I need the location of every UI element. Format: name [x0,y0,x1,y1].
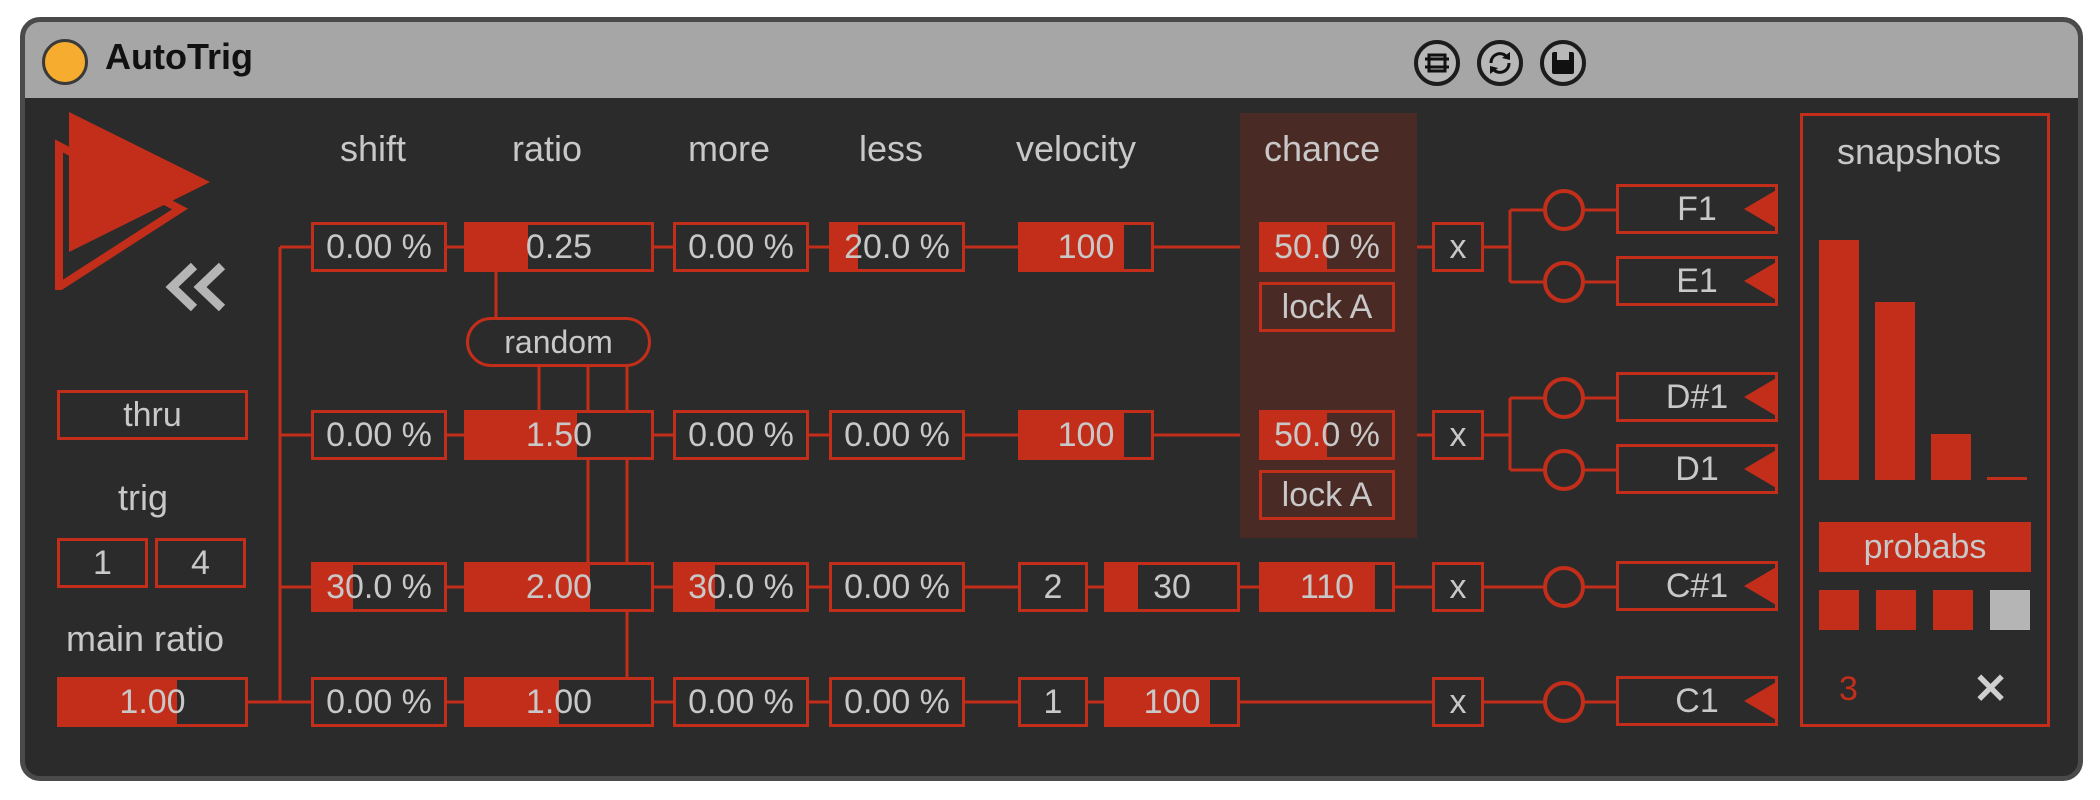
header-more: more [688,128,771,169]
ratio-dial[interactable]: 0.25 [464,222,654,272]
snapshot-slot[interactable] [1876,590,1916,630]
note-trigger-led[interactable] [1543,261,1585,303]
lock-a-button[interactable]: lock A [1259,282,1395,332]
lock-a-button[interactable]: lock A [1259,470,1395,520]
ratio-fill [467,225,528,269]
note-d-sharp-1-arrow-icon [1744,377,1778,417]
note-trigger-led[interactable] [1543,681,1585,723]
random-button[interactable]: random [466,317,651,367]
shift-dial[interactable]: 0.00 % [311,222,447,272]
header-chance: chance [1264,128,1381,169]
device-title: AutoTrig [105,36,253,77]
snapshot-slot[interactable] [1990,590,2030,630]
shift-dial[interactable]: 0.00 % [311,410,447,460]
snapshot-histogram[interactable] [1819,240,2031,480]
note-f1-arrow-icon [1744,189,1778,229]
histogram-bar [1875,302,1915,480]
header-less: less [859,128,924,169]
header-ratio: ratio [512,128,583,169]
note-trigger-led[interactable] [1543,189,1585,231]
note-trigger-led[interactable] [1543,449,1585,491]
chance-dial[interactable]: 50.0 % [1259,222,1395,272]
random-label: random [504,323,613,360]
more-dial[interactable]: 0.00 % [673,410,809,460]
trig-label: trig [118,477,169,518]
ratio-dial[interactable]: 1.50 [464,410,654,460]
refresh-icon[interactable] [1477,40,1523,86]
less-dial[interactable]: 20.0 % [829,222,965,272]
note-c1-arrow-icon [1744,681,1778,721]
velocity-min-number[interactable]: 1 [1018,677,1088,727]
velocity-value-dial[interactable]: 110 [1259,562,1395,612]
close-icon[interactable]: ✕ [1973,664,2008,713]
pin-icon[interactable] [1414,40,1460,86]
more-dial[interactable]: 0.00 % [673,222,809,272]
thru-mode-toggle[interactable]: thru [57,390,248,440]
save-icon[interactable] [1540,40,1586,86]
header-velocity: velocity [1016,128,1137,169]
shift-dial[interactable]: 30.0 % [311,562,447,612]
histogram-bar [1987,477,2027,480]
snapshots-panel: snapshots probabs 3 ✕ [1800,113,2050,727]
note-e1-arrow-icon [1744,261,1778,301]
multiply-button[interactable]: x [1432,222,1484,272]
histogram-bar [1931,434,1971,480]
ratio-dial[interactable]: 1.00 [464,677,654,727]
chance-dial[interactable]: 50.0 % [1259,410,1395,460]
less-dial[interactable]: 0.00 % [829,677,965,727]
note-trigger-led[interactable] [1543,566,1585,608]
rewind-icon[interactable] [164,262,230,312]
main-ratio-label: main ratio [66,618,225,659]
velocity-dial[interactable]: 100 [1018,222,1154,272]
power-icon[interactable] [42,39,88,85]
snapshot-slots [1819,590,2031,630]
probabs-button[interactable]: probabs [1819,522,2031,572]
multiply-button[interactable]: x [1432,677,1484,727]
histogram-bar [1819,240,1859,480]
trig-a-number[interactable]: 1 [57,538,148,588]
velocity-dial[interactable]: 100 [1018,410,1154,460]
snapshot-slot[interactable] [1933,590,1973,630]
velocity-min-number[interactable]: 2 [1018,562,1088,612]
ratio-dial[interactable]: 2.00 [464,562,654,612]
note-trigger-led[interactable] [1543,377,1585,419]
less-dial[interactable]: 0.00 % [829,410,965,460]
note-d1-arrow-icon [1744,449,1778,489]
more-dial[interactable]: 0.00 % [673,677,809,727]
more-dial[interactable]: 30.0 % [673,562,809,612]
shift-dial[interactable]: 0.00 % [311,677,447,727]
velocity-range-fill [1107,565,1139,609]
multiply-button[interactable]: x [1432,410,1484,460]
velocity-range-dial[interactable]: 100 [1104,677,1240,727]
header-shift: shift [340,128,407,169]
note-c-sharp-1-arrow-icon [1744,566,1778,606]
trig-b-number[interactable]: 4 [155,538,246,588]
snapshots-title: snapshots [1837,131,2002,172]
snapshot-count: 3 [1839,670,1858,708]
less-dial[interactable]: 0.00 % [829,562,965,612]
multiply-button[interactable]: x [1432,562,1484,612]
velocity-range-dial[interactable]: 30 [1104,562,1240,612]
snapshot-slot[interactable] [1819,590,1859,630]
main-ratio-dial[interactable]: 1.00 [57,677,248,727]
title-bar: AutoTrig [25,22,2078,98]
probabs-label: probabs [1863,527,1987,566]
